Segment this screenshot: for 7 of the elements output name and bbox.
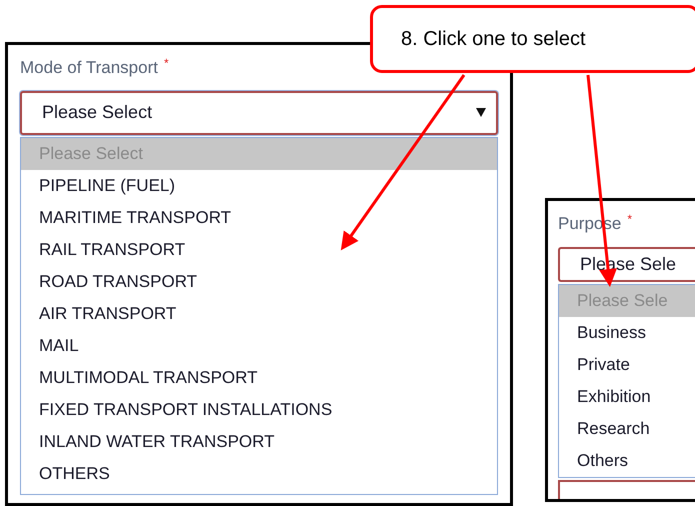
required-mark: *	[164, 57, 169, 69]
text-field[interactable]	[558, 480, 695, 499]
callout-box: 8. Click one to select	[370, 5, 695, 73]
required-mark: *	[627, 213, 632, 225]
select-field[interactable]: Please Select	[20, 90, 498, 134]
field-label: Mode of Transport	[20, 57, 158, 79]
caret-icon	[476, 108, 486, 117]
